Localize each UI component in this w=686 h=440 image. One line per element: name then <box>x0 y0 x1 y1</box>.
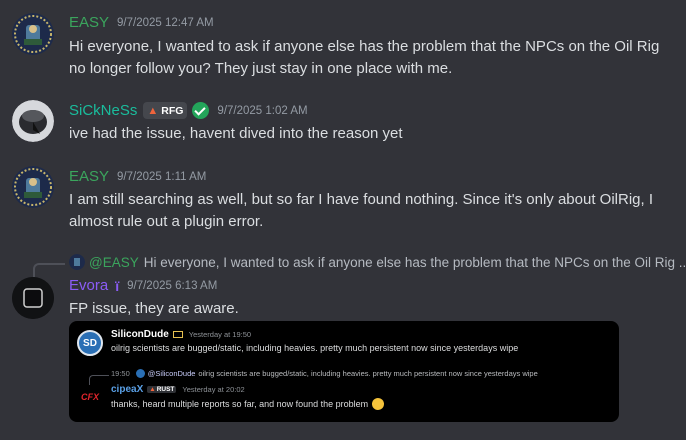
username: cipeaX <box>111 384 144 395</box>
emoji-icon <box>372 398 385 410</box>
attachment-text: oilrig scientists are bugged/static, inc… <box>111 343 519 353</box>
reply-time: 19:50 <box>111 369 130 378</box>
reply-connector <box>33 263 65 277</box>
avatar-label: SD <box>83 337 97 349</box>
tag-label: RUST <box>156 386 175 393</box>
reply-text[interactable]: Hi everyone, I wanted to ask if anyone e… <box>144 255 686 270</box>
timestamp: Yesterday at 19:50 <box>188 330 252 339</box>
verified-icon <box>192 102 210 119</box>
timestamp[interactable]: 9/7/2025 12:47 AM <box>117 17 214 29</box>
timestamp: Yesterday at 20:02 <box>182 385 245 394</box>
message-text-line: Hi everyone, I wanted to ask if anyone e… <box>69 38 660 55</box>
reply-mention: @SiliconDude <box>147 369 196 378</box>
reply-avatar <box>69 254 85 270</box>
username[interactable]: EASY <box>69 14 109 31</box>
timestamp[interactable]: 9/7/2025 1:11 AM <box>117 171 206 183</box>
monitor-icon <box>172 331 183 338</box>
message-text-line: no longer follow you? They just stay in … <box>69 60 453 77</box>
username[interactable]: EASY <box>69 168 109 185</box>
avatar[interactable] <box>12 13 54 55</box>
message-text-line: FP issue, they are aware. <box>69 300 239 317</box>
reply-text: oilrig scientists are bugged/static, inc… <box>198 369 538 378</box>
server-tag[interactable]: ▲ RFG <box>143 102 188 119</box>
message-text-line: I am still searching as well, but so far… <box>69 191 653 208</box>
reply-preview[interactable]: @EASY Hi everyone, I wanted to ask if an… <box>69 254 686 270</box>
message-text-line: ive had the issue, havent dived into the… <box>69 125 403 142</box>
attachment-text: thanks, heard multiple reports so far, a… <box>111 399 369 409</box>
avatar: CFX <box>77 387 103 407</box>
fire-icon: ▲ <box>147 104 159 117</box>
avatar[interactable] <box>12 277 54 319</box>
avatar-label: CFX <box>81 392 99 402</box>
timestamp[interactable]: 9/7/2025 6:13 AM <box>127 280 217 292</box>
message-text-line: almost rule out a plugin error. <box>69 213 264 230</box>
username[interactable]: Evora <box>69 277 108 294</box>
avatar[interactable] <box>12 166 54 208</box>
tag-label: RFG <box>161 104 184 117</box>
image-attachment[interactable]: SD SiliconDude Yesterday at 19:50 oilrig… <box>69 321 619 422</box>
server-tag: ▲ RUST <box>147 386 177 393</box>
username: SiliconDude <box>111 329 169 340</box>
username[interactable]: SiCkNeSs <box>69 102 137 119</box>
avatar[interactable] <box>12 100 54 142</box>
timestamp[interactable]: 9/7/2025 1:02 AM <box>217 105 307 117</box>
fire-icon: ▲ <box>149 386 156 393</box>
reply-connector <box>89 375 109 385</box>
server-badge-icon: ї <box>115 277 120 294</box>
avatar: SD <box>77 330 103 356</box>
reply-mention[interactable]: @EASY <box>89 255 139 270</box>
mini-avatar <box>135 369 145 378</box>
